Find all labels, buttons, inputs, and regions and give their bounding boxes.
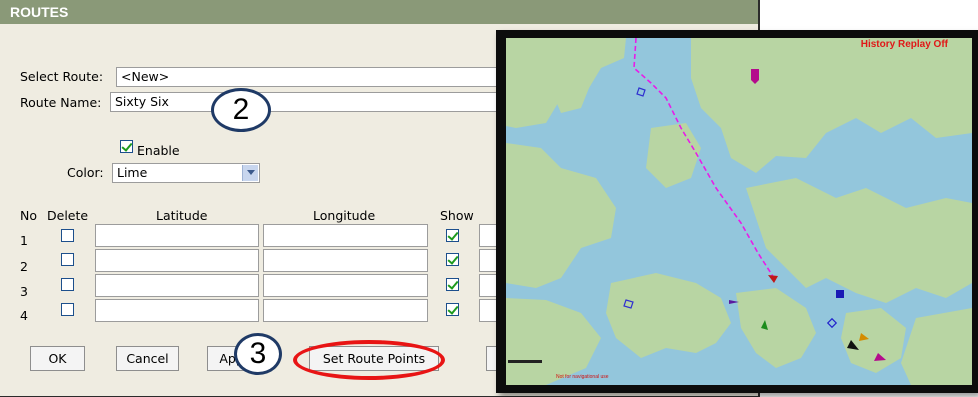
row-number: 2 xyxy=(20,259,28,274)
col-header-latitude: Latitude xyxy=(156,208,208,223)
latitude-input[interactable] xyxy=(95,224,259,247)
dialog-title: ROUTES xyxy=(0,0,758,24)
svg-text:Not for navigational use: Not for navigational use xyxy=(556,374,609,380)
col-header-show: Show xyxy=(440,208,474,223)
longitude-input[interactable] xyxy=(263,249,428,272)
cancel-button[interactable]: Cancel xyxy=(116,346,179,371)
color-label: Color: xyxy=(67,165,104,180)
show-checkbox[interactable] xyxy=(446,278,459,291)
enable-checkbox[interactable] xyxy=(120,140,133,153)
enable-label: Enable xyxy=(137,143,180,158)
color-select[interactable]: Lime xyxy=(112,163,260,183)
show-checkbox[interactable] xyxy=(446,303,459,316)
nautical-map[interactable]: Not for navigational use xyxy=(506,38,972,385)
row-number: 1 xyxy=(20,233,28,248)
delete-checkbox[interactable] xyxy=(61,253,74,266)
row-number: 3 xyxy=(20,284,28,299)
latitude-input[interactable] xyxy=(95,299,259,322)
show-checkbox[interactable] xyxy=(446,229,459,242)
history-replay-status: History Replay Off xyxy=(860,39,948,50)
latitude-input[interactable] xyxy=(95,274,259,297)
ok-button[interactable]: OK xyxy=(30,346,85,371)
color-select-value: Lime xyxy=(117,165,148,180)
latitude-input[interactable] xyxy=(95,249,259,272)
delete-checkbox[interactable] xyxy=(61,229,74,242)
chevron-down-icon[interactable] xyxy=(242,165,258,181)
map-panel[interactable]: Not for navigational use History Replay … xyxy=(496,30,978,393)
delete-checkbox[interactable] xyxy=(61,303,74,316)
col-header-no: No xyxy=(20,208,37,223)
callout-2: 2 xyxy=(211,88,271,132)
select-route-field[interactable]: <New> xyxy=(116,67,506,87)
route-name-input[interactable]: Sixty Six xyxy=(110,92,506,112)
callout-3: 3 xyxy=(234,333,282,375)
longitude-input[interactable] xyxy=(263,299,428,322)
delete-checkbox[interactable] xyxy=(61,278,74,291)
longitude-input[interactable] xyxy=(263,274,428,297)
row-number: 4 xyxy=(20,308,28,323)
col-header-delete: Delete xyxy=(47,208,89,223)
select-route-label: Select Route: xyxy=(20,69,104,84)
show-checkbox[interactable] xyxy=(446,253,459,266)
col-header-longitude: Longitude xyxy=(313,208,376,223)
longitude-input[interactable] xyxy=(263,224,428,247)
highlight-oval xyxy=(293,340,445,380)
route-name-label: Route Name: xyxy=(20,95,102,110)
